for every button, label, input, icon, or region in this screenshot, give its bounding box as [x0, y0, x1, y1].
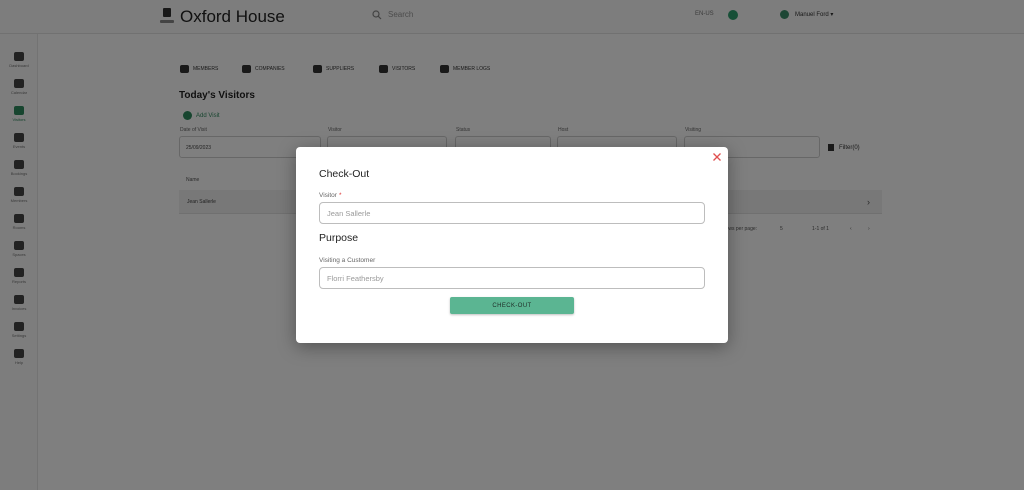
- check-out-button[interactable]: CHECK-OUT: [450, 297, 574, 314]
- visitor-field-label: Visitor *: [319, 192, 342, 199]
- purpose-field[interactable]: [319, 267, 705, 289]
- visitor-field[interactable]: [319, 202, 705, 224]
- purpose-heading: Purpose: [319, 232, 359, 244]
- close-icon[interactable]: [710, 150, 724, 164]
- purpose-field-label: Visiting a Customer: [319, 257, 376, 264]
- required-mark: *: [338, 192, 342, 199]
- dialog-title: Check-Out: [319, 168, 370, 180]
- check-out-dialog: Check-Out Visitor* Purpose Visiting a Cu…: [296, 147, 728, 343]
